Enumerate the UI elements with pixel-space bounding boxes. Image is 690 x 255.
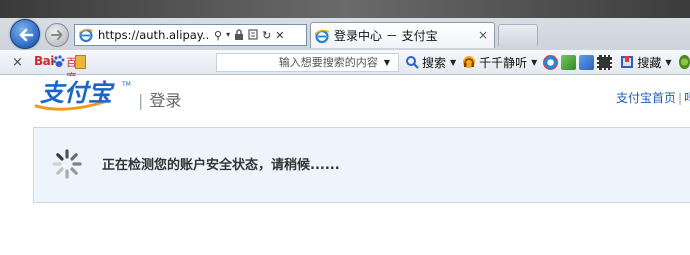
headphones-icon bbox=[463, 56, 476, 68]
baidu-logo[interactable]: Bai 百度 bbox=[34, 54, 77, 84]
new-tab-button[interactable] bbox=[498, 24, 538, 46]
alipay-logo[interactable]: 支付宝 TM bbox=[34, 76, 136, 117]
login-title: 登录 bbox=[149, 91, 182, 110]
bookmark-dropdown-icon[interactable]: ▼ bbox=[665, 58, 671, 67]
browser-top-bar: https://auth.alipay.... ⚲ ▾ ↻ ✕ 登录中心 － 支… bbox=[0, 0, 690, 50]
search-button-dropdown-icon[interactable]: ▼ bbox=[450, 58, 456, 67]
page-title: | 登录 bbox=[138, 87, 181, 111]
loading-spinner-icon bbox=[52, 149, 82, 179]
baidu-app-icon[interactable] bbox=[75, 55, 87, 69]
security-check-panel: 正在检测您的账户安全状态，请稍候...... bbox=[33, 127, 690, 203]
ie-page-icon bbox=[78, 28, 94, 43]
search-button-label: 搜索 bbox=[421, 55, 446, 70]
page-content: 支付宝 TM |登录 支付宝首页|吗 正在检测您的账户安全状态，请稍候.....… bbox=[0, 76, 690, 255]
back-button[interactable] bbox=[10, 19, 40, 49]
link-separator: | bbox=[678, 91, 683, 105]
search-placeholder: 输入想要搜索的内容 bbox=[278, 56, 378, 69]
music-button-label: 千千静听 bbox=[479, 55, 528, 70]
tab-login-center[interactable]: 登录中心 － 支付宝 × bbox=[310, 22, 495, 48]
tab-title: 登录中心 － 支付宝 bbox=[334, 29, 438, 43]
music-dropdown-icon[interactable]: ▼ bbox=[531, 58, 537, 67]
toolbar-close-icon[interactable]: × bbox=[12, 55, 24, 70]
stop-icon[interactable]: ✕ bbox=[275, 30, 284, 41]
search-button[interactable]: 搜索 ▼ bbox=[405, 54, 456, 71]
bookmark-icon bbox=[621, 56, 634, 68]
alipay-logo-mark: 支付宝 TM bbox=[34, 79, 131, 111]
back-arrow-icon bbox=[19, 28, 34, 42]
window-title-strip bbox=[0, 0, 690, 18]
forward-arrow-icon bbox=[51, 30, 63, 40]
toolbar-search-input[interactable]: 输入想要搜索的内容 ▼ bbox=[216, 52, 399, 72]
overflow-icon[interactable] bbox=[679, 55, 690, 69]
translate-icon[interactable] bbox=[579, 54, 595, 70]
toolbar-app-icons bbox=[543, 54, 613, 70]
status-message: 正在检测您的账户安全状态，请稍候...... bbox=[102, 158, 340, 173]
url-text[interactable]: https://auth.alipay.... bbox=[98, 28, 210, 42]
search-icon[interactable]: ⚲ bbox=[214, 30, 222, 41]
header-link-partial[interactable]: 吗 bbox=[684, 91, 690, 105]
dropdown-arrow-icon[interactable]: ▾ bbox=[226, 31, 230, 39]
lock-icon[interactable] bbox=[234, 28, 244, 42]
forward-button[interactable] bbox=[45, 23, 69, 47]
film-icon[interactable] bbox=[597, 54, 613, 70]
alipay-logo-text: 支付宝 bbox=[40, 79, 115, 107]
header-links: 支付宝首页|吗 bbox=[616, 89, 690, 106]
search-dropdown-icon[interactable]: ▼ bbox=[384, 58, 390, 67]
tab-close-icon[interactable]: × bbox=[478, 28, 488, 42]
compat-view-icon[interactable] bbox=[248, 28, 258, 42]
bookmark-button-label: 搜藏 bbox=[637, 55, 662, 70]
music-button[interactable]: 千千静听 ▼ bbox=[462, 54, 537, 71]
title-separator: | bbox=[138, 91, 144, 110]
baidu-logo-bai: Bai bbox=[34, 54, 54, 68]
search-icon bbox=[405, 56, 419, 69]
baidu-toolbar: × Bai 百度 输入想要搜索的内容 ▼ 搜索 ▼ 千千静听 ▼ bbox=[0, 50, 690, 84]
bookmark-button[interactable]: 搜藏 ▼ bbox=[620, 54, 671, 71]
baidu-paw-icon bbox=[53, 55, 65, 67]
alipay-home-link[interactable]: 支付宝首页 bbox=[616, 91, 676, 105]
alipay-logo-tm: TM bbox=[121, 81, 131, 88]
ie-tab-icon bbox=[314, 29, 330, 43]
safety-icon[interactable] bbox=[543, 54, 559, 70]
address-bar[interactable]: https://auth.alipay.... ⚲ ▾ ↻ ✕ bbox=[74, 24, 307, 46]
refresh-icon[interactable]: ↻ bbox=[262, 30, 271, 41]
image-icon[interactable] bbox=[561, 54, 577, 70]
